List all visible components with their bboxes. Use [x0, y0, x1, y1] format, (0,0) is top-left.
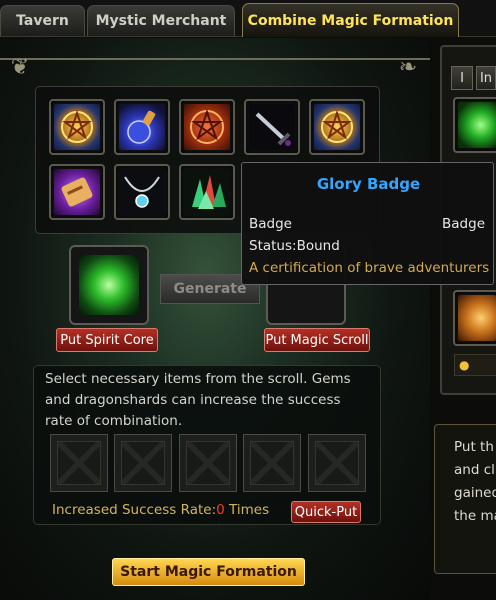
- item-slot[interactable]: [49, 164, 105, 220]
- item-slot[interactable]: [114, 99, 170, 155]
- gold-display: ●: [454, 354, 496, 376]
- tab-tavern[interactable]: Tavern: [0, 5, 85, 36]
- tab-bar: Tavern Mystic Merchant Combine Magic For…: [0, 0, 496, 37]
- start-magic-formation-button[interactable]: Start Magic Formation: [112, 558, 305, 586]
- item-slot[interactable]: [179, 99, 235, 155]
- success-rate-value: 0: [216, 502, 225, 518]
- side-item-slot[interactable]: [453, 290, 496, 346]
- item-slot[interactable]: [309, 99, 365, 155]
- green-spirit-core-icon: [458, 102, 496, 148]
- corner-ornament-icon: ❦: [10, 55, 30, 80]
- material-slot[interactable]: [114, 434, 172, 492]
- crystal-cluster-icon: [184, 169, 230, 215]
- steel-sword-icon: [249, 104, 295, 150]
- green-spirit-core-icon: [79, 255, 139, 315]
- item-slot[interactable]: [244, 99, 300, 155]
- item-slot[interactable]: [114, 164, 170, 220]
- corner-ornament-icon: ❧: [398, 55, 418, 80]
- material-slot[interactable]: [308, 434, 366, 492]
- side-description-text: Put th and cli gained the ma: [454, 439, 496, 524]
- side-tab-2[interactable]: In: [476, 66, 496, 90]
- put-spirit-core-button[interactable]: Put Spirit Core: [56, 328, 158, 352]
- tab-combine-magic-formation[interactable]: Combine Magic Formation: [242, 3, 459, 37]
- tooltip-description: A certification of brave adventurers: [249, 260, 490, 276]
- jeweled-necklace-icon: [119, 169, 165, 215]
- golden-pentagram-amulet-icon: [314, 104, 360, 150]
- item-slot[interactable]: [179, 164, 235, 220]
- frame-border: [0, 58, 430, 80]
- success-rate-text: Increased Success Rate:0 Times: [52, 502, 270, 518]
- side-tab-1[interactable]: I: [451, 66, 473, 90]
- instructions-text: Select necessary items from the scroll. …: [45, 371, 351, 429]
- material-slot[interactable]: [179, 434, 237, 492]
- gold-coin-icon: ●: [459, 358, 470, 372]
- material-slot[interactable]: [50, 434, 108, 492]
- side-item-slot[interactable]: [453, 97, 496, 153]
- tooltip-type: Badge: [249, 216, 292, 232]
- tooltip-status: Status:Bound: [249, 238, 340, 254]
- golden-scroll-icon: [458, 295, 496, 341]
- quick-put-button[interactable]: Quick-Put: [291, 501, 361, 523]
- golden-pentagram-amulet-icon: [54, 104, 100, 150]
- tab-mystic-merchant[interactable]: Mystic Merchant: [87, 5, 235, 36]
- tooltip-slot-type: Badge: [442, 216, 485, 232]
- purple-scroll-icon: [54, 169, 100, 215]
- blue-potion-icon: [119, 104, 165, 150]
- spirit-core-slot[interactable]: [69, 245, 149, 325]
- red-pentagram-seal-icon: [184, 104, 230, 150]
- put-magic-scroll-button[interactable]: Put Magic Scroll: [264, 328, 370, 352]
- item-tooltip: Glory Badge Badge Badge Status:Bound A c…: [241, 162, 494, 285]
- item-slot[interactable]: [49, 99, 105, 155]
- material-slot[interactable]: [243, 434, 301, 492]
- tooltip-title: Glory Badge: [316, 175, 421, 193]
